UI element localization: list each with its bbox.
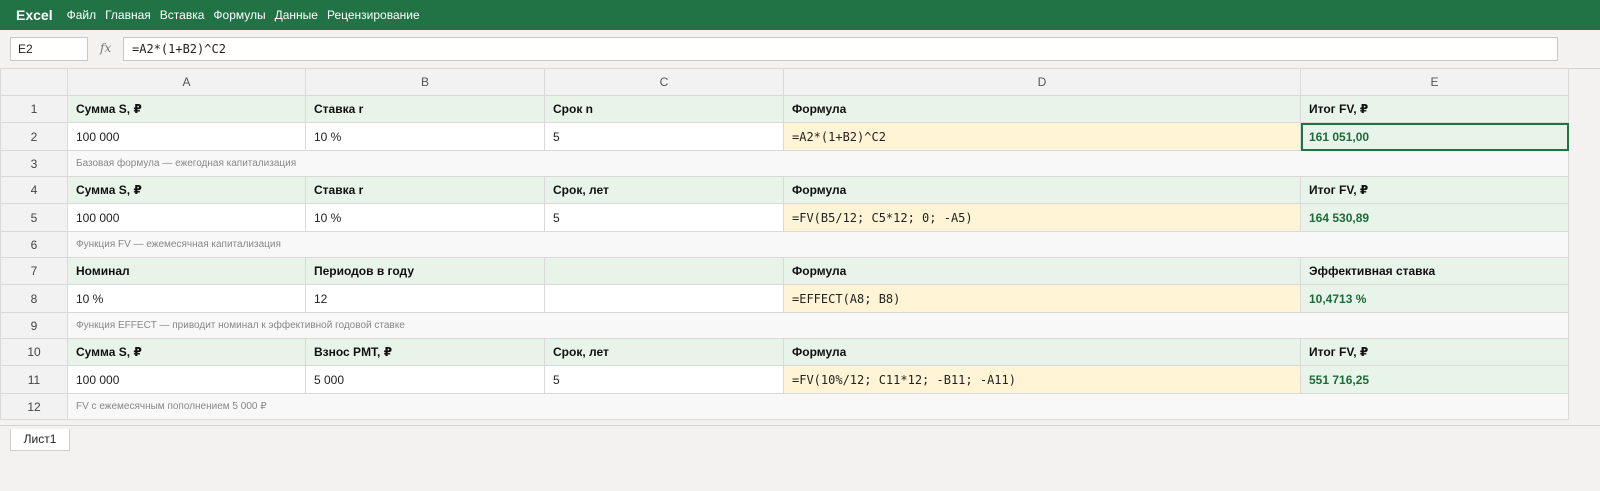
cell-b2[interactable]: 10 % [305,122,545,151]
formula-bar: E2 fx =A2*(1+B2)^C2 [0,30,1600,69]
table-row: 1 Сумма S, ₽ Ставка r Срок n Формула Итог FV,… [0,95,1569,123]
row-header[interactable]: 12 [0,393,68,420]
cell-a11[interactable]: 100 000 [67,365,306,394]
row-header[interactable]: 8 [0,284,68,313]
table-row: 3 Базовая формула — ежегодная капитализац… [0,150,1569,177]
cell-c8[interactable] [544,284,784,313]
menu-file[interactable]: Файл [67,8,97,22]
row-header[interactable]: 1 [0,95,68,123]
cell-b7[interactable]: Периодов в году [305,257,545,285]
table-row: 11 100 000 5 000 5 =FV(10%/12; C11*12; -B11;… [0,365,1569,394]
column-header-a[interactable]: A [67,68,306,96]
row-header[interactable]: 10 [0,338,68,366]
cell-d11[interactable]: =FV(10%/12; C11*12; -B11; -A11) [783,365,1301,394]
column-header-c[interactable]: C [544,68,784,96]
table-row: 7 Номинал Периодов в году Формула Эффективна… [0,257,1569,285]
table-row: 2 100 000 10 % 5 =A2*(1+B2)^C2 161 051,00 [0,122,1569,151]
column-header-e[interactable]: E [1300,68,1569,96]
row-header[interactable]: 2 [0,122,68,151]
column-header-d[interactable]: D [783,68,1301,96]
cell-e10[interactable]: Итог FV, ₽ [1300,338,1569,366]
row-header[interactable]: 6 [0,231,68,258]
cell-e2[interactable]: 161 051,00 [1300,122,1569,151]
cell-c5[interactable]: 5 [544,203,784,232]
note-cell[interactable]: Базовая формула — ежегодная капитализаци… [67,150,1569,177]
cell-b4[interactable]: Ставка r [305,176,545,204]
cell-d1[interactable]: Формула [783,95,1301,123]
menu-formulas[interactable]: Формулы [213,8,265,22]
cell-e4[interactable]: Итог FV, ₽ [1300,176,1569,204]
cell-a4[interactable]: Сумма S, ₽ [67,176,306,204]
cell-e7[interactable]: Эффективная ставка [1300,257,1569,285]
cell-b1[interactable]: Ставка r [305,95,545,123]
menu-home[interactable]: Главная [105,8,151,22]
cell-c11[interactable]: 5 [544,365,784,394]
table-row: 6 Функция FV — ежемесячная капитализация [0,231,1569,258]
menu-insert[interactable]: Вставка [160,8,205,22]
note-cell[interactable]: Функция FV — ежемесячная капитализация [67,231,1569,258]
cell-c1[interactable]: Срок n [544,95,784,123]
table-row: 8 10 % 12 =EFFECT(A8; B8) 10,4713 % [0,284,1569,313]
cell-b11[interactable]: 5 000 [305,365,545,394]
sheet-tab-1[interactable]: Лист1 [10,429,70,451]
cell-e11[interactable]: 551 716,25 [1300,365,1569,394]
cell-d7[interactable]: Формула [783,257,1301,285]
cell-d5[interactable]: =FV(B5/12; C5*12; 0; -A5) [783,203,1301,232]
ribbon: Excel Файл Главная Вставка Формулы Данны… [0,0,1600,30]
formula-input[interactable]: =A2*(1+B2)^C2 [123,37,1558,61]
cell-e5[interactable]: 164 530,89 [1300,203,1569,232]
spreadsheet-grid: A B C D E 1 Сумма S, ₽ Ставка r Срок n Форму… [0,68,1569,420]
cell-d8[interactable]: =EFFECT(A8; B8) [783,284,1301,313]
table-row: 12 FV с ежемесячным пополнением 5 000 ₽ [0,393,1569,420]
cell-a1[interactable]: Сумма S, ₽ [67,95,306,123]
cell-c2[interactable]: 5 [544,122,784,151]
row-header[interactable]: 3 [0,150,68,177]
select-all-corner[interactable] [0,68,68,96]
cell-c4[interactable]: Срок, лет [544,176,784,204]
cell-e1[interactable]: Итог FV, ₽ [1300,95,1569,123]
cell-b5[interactable]: 10 % [305,203,545,232]
cell-a10[interactable]: Сумма S, ₽ [67,338,306,366]
cell-a5[interactable]: 100 000 [67,203,306,232]
cell-d2[interactable]: =A2*(1+B2)^C2 [783,122,1301,151]
cell-a8[interactable]: 10 % [67,284,306,313]
fx-icon: fx [100,41,112,55]
row-header[interactable]: 7 [0,257,68,285]
menu-review[interactable]: Рецензирование [327,8,420,22]
note-cell[interactable]: FV с ежемесячным пополнением 5 000 ₽ [67,393,1569,420]
note-cell[interactable]: Функция EFFECT — приводит номинал к эффе… [67,312,1569,339]
name-box[interactable]: E2 [10,37,88,61]
cell-d10[interactable]: Формула [783,338,1301,366]
table-row: 5 100 000 10 % 5 =FV(B5/12; C5*12; 0; -A5) 16… [0,203,1569,232]
column-header-b[interactable]: B [305,68,545,96]
table-row: 9 Функция EFFECT — приводит номинал к эфф… [0,312,1569,339]
cell-b10[interactable]: Взнос PMT, ₽ [305,338,545,366]
cell-d4[interactable]: Формула [783,176,1301,204]
menu-data[interactable]: Данные [275,8,318,22]
cell-c7[interactable] [544,257,784,285]
cell-a7[interactable]: Номинал [67,257,306,285]
cell-e8[interactable]: 10,4713 % [1300,284,1569,313]
row-header[interactable]: 9 [0,312,68,339]
row-header[interactable]: 11 [0,365,68,394]
app-logo: Excel [16,7,53,23]
table-row: 4 Сумма S, ₽ Ставка r Срок, лет Формула Итог … [0,176,1569,204]
row-header[interactable]: 4 [0,176,68,204]
column-header-row: A B C D E [0,68,1569,96]
cell-c10[interactable]: Срок, лет [544,338,784,366]
sheet-tab-bar: Лист1 [0,425,1600,491]
cell-a2[interactable]: 100 000 [67,122,306,151]
row-header[interactable]: 5 [0,203,68,232]
table-row: 10 Сумма S, ₽ Взнос PMT, ₽ Срок, лет Формула… [0,338,1569,366]
cell-b8[interactable]: 12 [305,284,545,313]
